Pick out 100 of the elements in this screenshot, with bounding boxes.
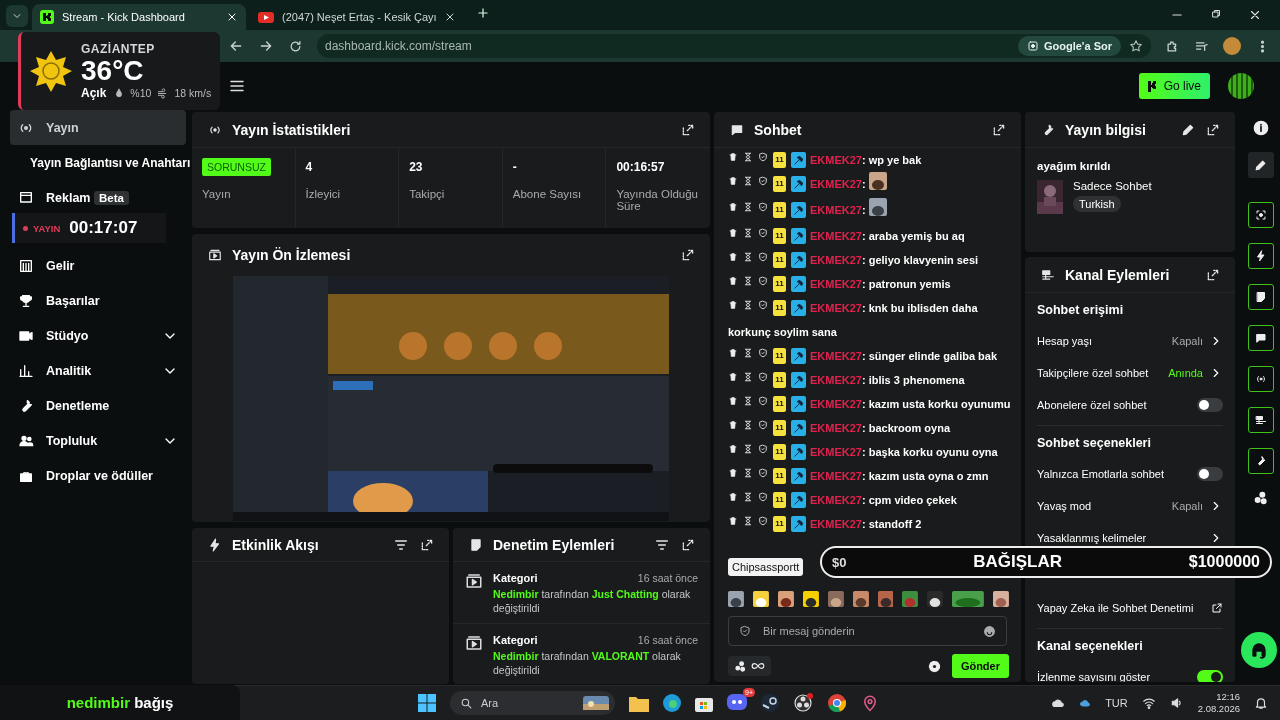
trash-icon[interactable] (728, 228, 738, 239)
wifi-icon[interactable] (1141, 696, 1156, 710)
bookmark-star-icon[interactable] (1129, 39, 1143, 53)
trash-icon[interactable] (728, 348, 738, 359)
shield-icon[interactable] (758, 276, 768, 287)
shield-icon[interactable] (758, 152, 768, 163)
emote-icon[interactable] (927, 590, 944, 608)
emote-icon[interactable] (993, 590, 1010, 608)
hourglass-icon[interactable] (743, 276, 753, 287)
hourglass-icon[interactable] (743, 348, 753, 359)
hourglass-icon[interactable] (743, 176, 753, 187)
close-icon[interactable] (444, 11, 456, 23)
shield-icon[interactable] (758, 420, 768, 431)
trash-icon[interactable] (728, 176, 738, 187)
hourglass-icon[interactable] (743, 372, 753, 383)
shield-icon[interactable] (758, 348, 768, 359)
shield-icon[interactable] (758, 252, 768, 263)
trash-icon[interactable] (728, 300, 738, 311)
sidebar-item[interactable]: Başarılar (10, 283, 186, 318)
message-field[interactable]: Bir mesaj gönderin (728, 616, 1007, 646)
folder-icon[interactable] (629, 694, 649, 712)
edit-button[interactable] (1247, 152, 1274, 178)
notification-icon[interactable] (1254, 696, 1268, 710)
trash-icon[interactable] (728, 252, 738, 263)
trash-icon[interactable] (728, 276, 738, 287)
hourglass-icon[interactable] (743, 396, 753, 407)
restore-icon[interactable] (1210, 8, 1222, 20)
toggle-switch[interactable] (1197, 670, 1223, 682)
hourglass-icon[interactable] (743, 300, 753, 311)
emote-icon[interactable] (827, 590, 844, 608)
setting-value[interactable]: Kapalı (1171, 500, 1203, 512)
windows-logo-icon[interactable] (418, 694, 436, 712)
hourglass-icon[interactable] (743, 492, 753, 503)
emote-icon[interactable] (802, 590, 819, 608)
points-button[interactable] (728, 656, 771, 676)
address-bar[interactable]: dashboard.kick.com/stream Google'a Sor (317, 34, 1151, 58)
shield-icon[interactable] (758, 176, 768, 187)
emote-icon[interactable] (752, 590, 769, 608)
browser-icon[interactable] (663, 694, 681, 712)
popout-icon[interactable] (680, 247, 696, 263)
channel-avatar[interactable] (1228, 73, 1254, 99)
trash-icon[interactable] (728, 468, 738, 479)
panel-toggle-button[interactable] (1247, 243, 1274, 269)
hourglass-icon[interactable] (743, 228, 753, 239)
edit-icon[interactable] (1181, 122, 1195, 137)
close-icon[interactable] (1248, 8, 1262, 22)
panel-toggle-button[interactable] (1247, 366, 1274, 392)
forward-icon[interactable] (258, 38, 274, 54)
browser-tab[interactable]: (2047) Neşet Ertaş - Kesik Çayı (250, 4, 464, 30)
help-button[interactable] (1241, 632, 1277, 668)
shield-icon[interactable] (758, 492, 768, 503)
hourglass-icon[interactable] (743, 252, 753, 263)
browser-tab[interactable]: Stream - Kick Dashboard (32, 4, 246, 30)
trash-icon[interactable] (728, 420, 738, 431)
new-tab-icon[interactable] (476, 6, 490, 20)
cloud-icon[interactable] (1079, 697, 1092, 709)
sidebar-item[interactable]: Gelir (10, 248, 186, 283)
panel-toggle-button[interactable] (1247, 407, 1274, 433)
panel-toggle-button[interactable] (1247, 202, 1274, 228)
emote-icon[interactable] (852, 590, 869, 608)
shield-icon[interactable] (758, 468, 768, 479)
speaker-icon[interactable] (1169, 696, 1184, 710)
go-live-button[interactable]: Go live (1138, 73, 1210, 99)
recorder-icon[interactable] (793, 693, 813, 713)
chat-app-icon[interactable] (727, 694, 747, 710)
toggle-switch[interactable] (1197, 398, 1223, 412)
emoji-icon[interactable] (983, 624, 996, 638)
hourglass-icon[interactable] (743, 468, 753, 479)
trash-icon[interactable] (728, 492, 738, 503)
reload-icon[interactable] (288, 38, 303, 54)
sidebar-item[interactable]: Droplar ve ödüller (10, 458, 186, 493)
trash-icon[interactable] (728, 152, 738, 163)
info-icon[interactable] (1252, 120, 1269, 136)
emote-icon[interactable] (777, 590, 794, 608)
trash-icon[interactable] (728, 396, 738, 407)
shield-icon[interactable] (758, 516, 768, 527)
search-field[interactable]: Ara (450, 691, 615, 715)
back-icon[interactable] (228, 38, 244, 54)
trash-icon[interactable] (728, 372, 738, 383)
trash-icon[interactable] (728, 202, 738, 213)
shield-icon[interactable] (758, 372, 768, 383)
chrome-icon[interactable] (827, 693, 847, 713)
hourglass-icon[interactable] (743, 444, 753, 455)
panel-toggle-button[interactable] (1247, 325, 1274, 351)
close-icon[interactable] (226, 11, 238, 23)
game-launcher-icon[interactable] (761, 694, 779, 712)
profile-avatar[interactable] (1223, 37, 1241, 55)
clock[interactable]: 12:16 2.08.2026 (1197, 691, 1240, 715)
setting-value[interactable]: Anında (1168, 367, 1203, 379)
hourglass-icon[interactable] (743, 516, 753, 527)
trash-icon[interactable] (728, 516, 738, 527)
shield-icon[interactable] (758, 202, 768, 213)
shield-icon[interactable] (758, 228, 768, 239)
sidebar-item[interactable]: Denetleme (10, 388, 186, 423)
shield-icon[interactable] (758, 300, 768, 311)
shield-icon[interactable] (758, 396, 768, 407)
trash-icon[interactable] (728, 444, 738, 455)
language-indicator[interactable]: TUR (1105, 697, 1128, 709)
shield-icon[interactable] (758, 444, 768, 455)
dots-icon[interactable] (1252, 490, 1269, 506)
